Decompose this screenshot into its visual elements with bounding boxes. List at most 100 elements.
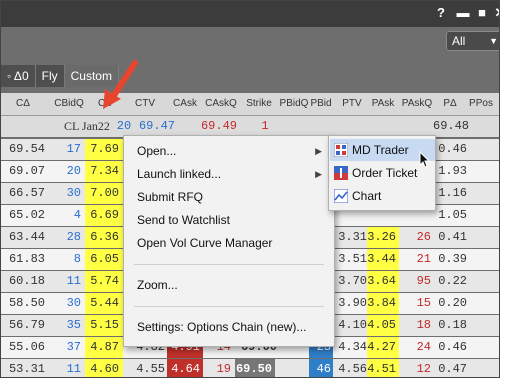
paskq-cell: 12: [416, 362, 431, 376]
filter-select-value: All: [452, 34, 466, 48]
open-submenu: MD Trader Order Ticket Chart: [328, 135, 436, 211]
cdelta-cell: 69.54: [8, 142, 45, 156]
pask-cell[interactable]: 4.05: [367, 315, 399, 336]
submenu-item-label: Chart: [352, 189, 382, 203]
pdelta-cell: 1.16: [438, 186, 467, 200]
help-icon[interactable]: ?: [434, 6, 448, 20]
cbidq-cell: 17: [66, 142, 81, 156]
pdelta-cell: 0.18: [438, 318, 467, 332]
col-header[interactable]: PPos: [465, 93, 497, 115]
cbid-cell[interactable]: 5.44: [85, 293, 123, 314]
ptv-cell: 4.56: [338, 362, 367, 376]
ptv-cell: 4.10: [338, 318, 367, 332]
cbid-cell[interactable]: 4.60: [85, 359, 123, 377]
menu-item-launch-linked[interactable]: Launch linked... ▶: [124, 163, 334, 185]
pdelta-cell: 1.93: [438, 164, 467, 178]
col-header[interactable]: PBidQ: [279, 93, 309, 115]
menu-separator: [134, 306, 324, 307]
pdelta-cell: 0.41: [438, 230, 467, 244]
cbid-cell[interactable]: 7.34: [85, 161, 123, 182]
pask-cell[interactable]: 3.64: [367, 271, 399, 292]
cdelta-cell: 55.06: [8, 340, 45, 354]
atm-ctv: 69.47: [138, 119, 175, 133]
col-header[interactable]: PTV: [337, 93, 367, 115]
table-row[interactable]: 53.31 11 4.60 4.55 4.64 19 69.50 46 4.56…: [1, 359, 499, 377]
col-header[interactable]: PAsk: [367, 93, 399, 115]
cbid-cell[interactable]: 5.74: [85, 271, 123, 292]
ptv-cell: 4.34: [338, 340, 367, 354]
col-header[interactable]: CΔ: [1, 93, 45, 115]
pdelta-cell: 0.39: [438, 252, 467, 266]
menu-item-open[interactable]: Open... ▶: [124, 140, 334, 162]
close-icon[interactable]: ✕: [493, 6, 499, 20]
cdelta-cell: 69.07: [8, 164, 45, 178]
cbid-cell[interactable]: 6.05: [85, 249, 123, 270]
chart-icon: [334, 189, 348, 203]
submenu-arrow-icon: ▶: [315, 146, 322, 156]
menu-item-settings[interactable]: Settings: Options Chain (new)...: [124, 316, 334, 338]
filter-select[interactable]: All ▼: [446, 31, 499, 51]
ptv-cell: 3.51: [338, 252, 367, 266]
menu-item-submit-rfq[interactable]: Submit RFQ: [124, 186, 334, 208]
cbidq-cell: 30: [66, 186, 81, 200]
cbid-cell[interactable]: 6.36: [85, 227, 123, 248]
cdelta-cell: 60.18: [8, 274, 45, 288]
ptv-cell: 3.90: [338, 296, 367, 310]
atm-cbidq: 20: [116, 119, 132, 133]
pask-cell[interactable]: 3.26: [367, 227, 399, 248]
contract-label: CL Jan22: [64, 119, 110, 133]
cbid-cell[interactable]: 6.69: [85, 205, 123, 226]
cbidq-cell: 20: [66, 164, 81, 178]
minimize-icon[interactable]: ▬: [456, 6, 470, 20]
menu-item-zoom[interactable]: Zoom...: [124, 274, 334, 296]
pdelta-cell: 0.46: [438, 142, 467, 156]
cursor-icon: [419, 151, 431, 168]
cbidq-cell: 37: [66, 340, 81, 354]
fly-button[interactable]: Fly: [35, 65, 65, 87]
atm-row[interactable]: CL Jan22 20 69.47 69.49 1 69.48: [1, 116, 499, 247]
menu-item-open-vol-curve[interactable]: Open Vol Curve Manager: [124, 232, 334, 254]
submenu-item-label: MD Trader: [352, 143, 409, 157]
cbidq-cell: 11: [66, 362, 81, 376]
col-header[interactable]: PBid: [307, 93, 335, 115]
annotation-arrow: [103, 60, 138, 109]
cbid-cell[interactable]: 4.87: [85, 337, 123, 358]
atm-pdelta: 69.48: [433, 119, 470, 133]
pdelta-cell: 1.05: [438, 208, 467, 222]
pask-cell[interactable]: 4.51: [367, 359, 399, 377]
chevron-down-icon: ▼: [489, 36, 498, 46]
pbid-cell[interactable]: 46: [309, 359, 333, 377]
submenu-item-chart[interactable]: Chart: [330, 185, 435, 207]
delta-zero-button[interactable]: ◦ Δ0: [1, 65, 36, 87]
paskq-cell: 18: [416, 318, 431, 332]
cbidq-cell: 35: [66, 318, 81, 332]
pdelta-cell: 0.22: [438, 274, 467, 288]
col-header[interactable]: CAsk: [167, 93, 203, 115]
pask-cell[interactable]: 4.27: [367, 337, 399, 358]
atm-cask: 69.49: [200, 119, 237, 133]
cask-cell[interactable]: 4.64: [167, 359, 203, 377]
cdelta-cell: 66.57: [8, 186, 45, 200]
cdelta-cell: 63.44: [8, 230, 45, 244]
pask-cell[interactable]: 3.44: [367, 249, 399, 270]
col-header[interactable]: Strike: [239, 93, 279, 115]
maximize-icon[interactable]: ■: [475, 6, 489, 20]
cdelta-cell: 53.31: [8, 362, 45, 376]
submenu-item-label: Order Ticket: [352, 166, 418, 180]
cbidq-cell: 30: [66, 296, 81, 310]
col-header[interactable]: CBidQ: [51, 93, 87, 115]
paskq-cell: 95: [416, 274, 431, 288]
strike-cell: 69.50: [235, 359, 275, 377]
col-header[interactable]: PAskQ: [399, 93, 435, 115]
pask-cell[interactable]: 3.84: [367, 293, 399, 314]
menu-item-send-watchlist[interactable]: Send to Watchlist: [124, 209, 334, 231]
cbid-cell[interactable]: 7.69: [85, 139, 123, 160]
col-header[interactable]: CAskQ: [203, 93, 239, 115]
cbid-cell[interactable]: 7.00: [85, 183, 123, 204]
atm-caskq: 1: [261, 119, 269, 133]
cbid-cell[interactable]: 5.15: [85, 315, 123, 336]
cdelta-cell: 58.50: [8, 296, 45, 310]
pdelta-cell: 0.47: [438, 362, 467, 376]
col-header[interactable]: PΔ: [435, 93, 465, 115]
cdelta-cell: 65.02: [8, 208, 45, 222]
